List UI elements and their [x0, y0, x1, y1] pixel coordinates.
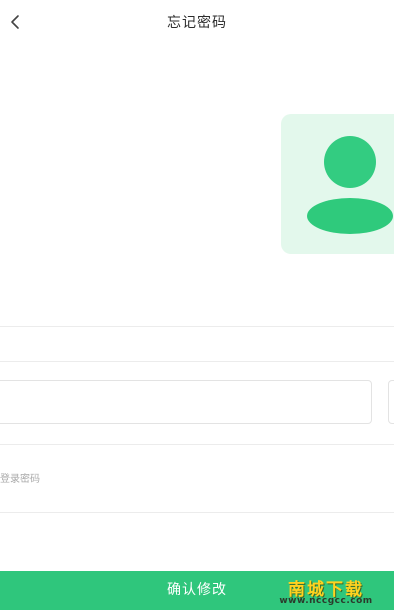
top-nav-bar: 忘记密码: [0, 0, 394, 44]
watermark-url: www.nccgcc.com: [279, 596, 373, 606]
avatar-card: [281, 114, 394, 254]
watermark-logo: 南城下载 www.nccgcc.com: [264, 575, 388, 608]
get-code-button[interactable]: [388, 380, 394, 424]
divider-line: [0, 326, 394, 327]
avatar-head-shape: [324, 136, 376, 188]
new-password-field[interactable]: [0, 466, 380, 492]
divider-line: [0, 512, 394, 513]
page-title: 忘记密码: [167, 15, 227, 31]
divider-line: [0, 361, 394, 362]
verification-code-input[interactable]: [0, 380, 372, 424]
divider-line: [0, 444, 394, 445]
avatar-body-shape: [307, 198, 393, 234]
